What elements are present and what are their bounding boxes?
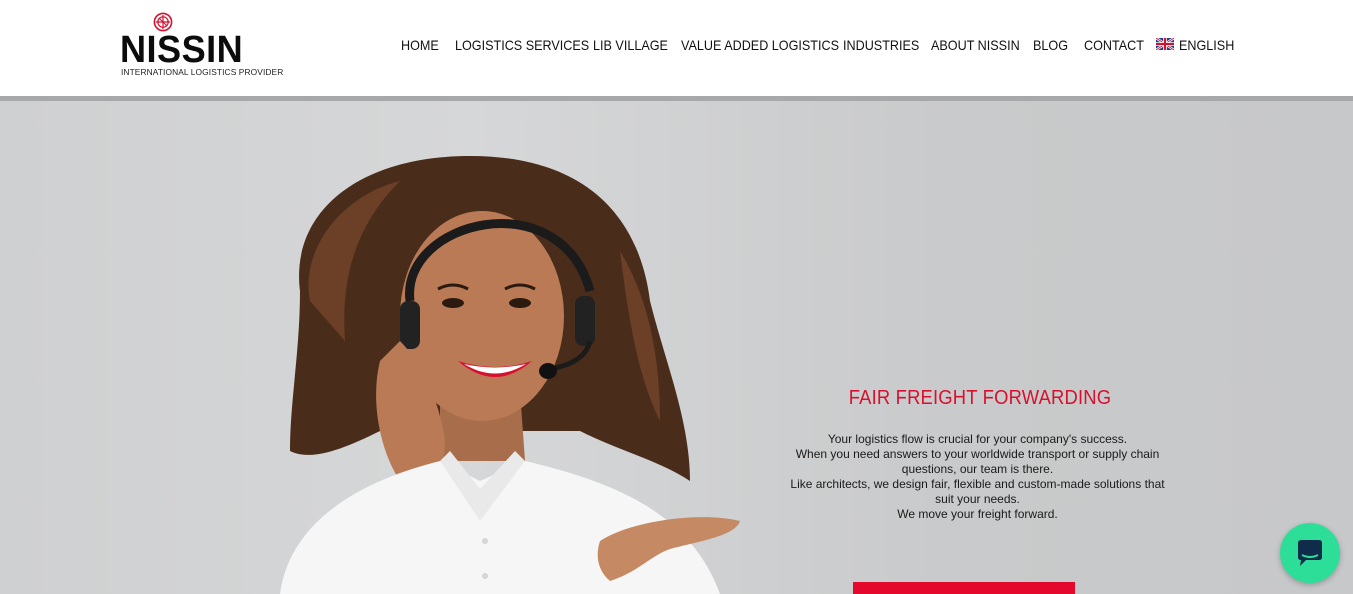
- nav-home[interactable]: HOME: [401, 36, 439, 54]
- nav-about-nissin[interactable]: ABOUT NISSIN: [931, 36, 1020, 54]
- site-header: NISSIN INTERNATIONAL LOGISTICS PROVIDER …: [0, 0, 1353, 96]
- hero-description: Your logistics flow is crucial for your …: [790, 432, 1165, 522]
- chat-widget-button[interactable]: [1280, 523, 1340, 583]
- hero-title: FAIR FREIGHT FORWARDING: [848, 387, 1112, 409]
- uk-flag-icon[interactable]: [1156, 38, 1174, 50]
- nav-industries[interactable]: INDUSTRIES: [843, 36, 919, 54]
- nav-contact[interactable]: CONTACT: [1084, 36, 1144, 54]
- hero-line: When you need answers to your worldwide …: [795, 447, 1160, 476]
- chat-bubble-icon: [1298, 540, 1322, 566]
- nav-blog[interactable]: BLOG: [1033, 36, 1068, 54]
- nav-value-added-logistics[interactable]: VALUE ADDED LOGISTICS: [681, 36, 839, 54]
- hero-line: Like architects, we design fair, flexibl…: [790, 477, 1165, 506]
- logo-tagline: INTERNATIONAL LOGISTICS PROVIDER: [121, 67, 284, 77]
- hero-banner: FAIR FREIGHT FORWARDING Your logistics f…: [0, 101, 1353, 594]
- nav-lib-village[interactable]: LIB VILLAGE: [593, 36, 668, 54]
- woman-with-headset-photo: [280, 156, 740, 594]
- language-selector[interactable]: ENGLISH: [1179, 36, 1234, 54]
- nav-logistics-services[interactable]: LOGISTICS SERVICES: [455, 36, 589, 54]
- hero-line: Your logistics flow is crucial for your …: [827, 432, 1128, 446]
- main-navigation: HOME LOGISTICS SERVICES LIB VILLAGE VALU…: [0, 36, 1353, 56]
- hero-line: We move your freight forward.: [897, 507, 1058, 521]
- hero-cta-button[interactable]: [853, 582, 1075, 594]
